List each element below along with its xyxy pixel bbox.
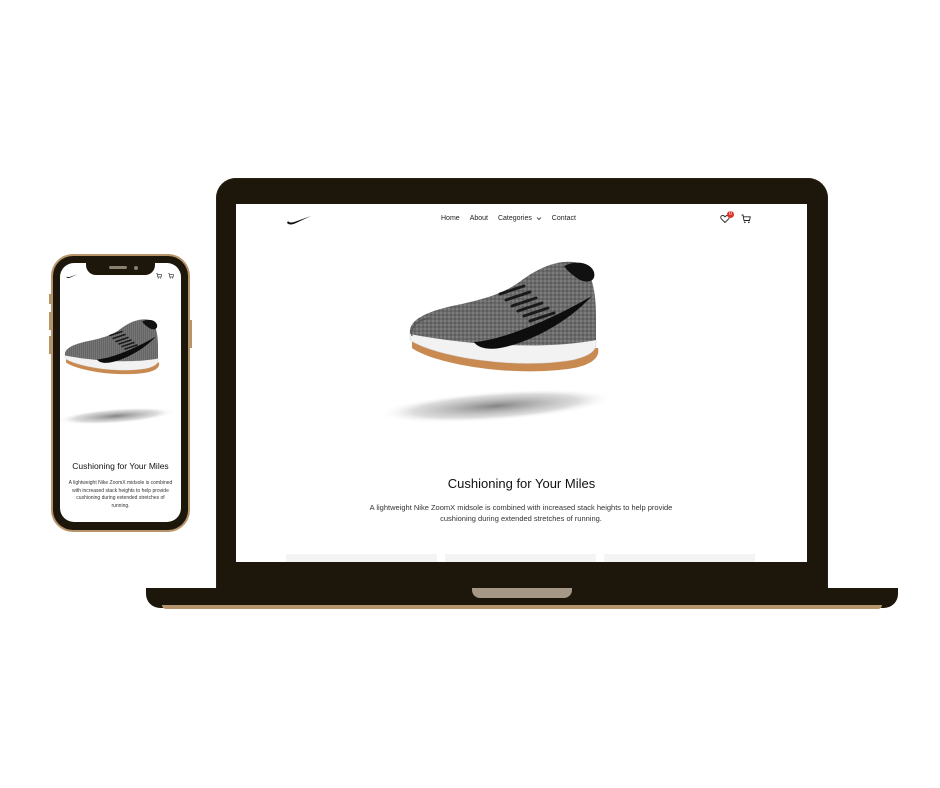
nav-contact[interactable]: Contact	[552, 215, 576, 222]
running-shoe-image	[409, 261, 599, 372]
mobile-hero-title: Cushioning for Your Miles	[72, 461, 169, 471]
phone-side-button	[49, 336, 52, 354]
laptop-mockup: Home About Categories Contact 0 Cushioni…	[216, 178, 828, 592]
desktop-screen: Home About Categories Contact 0 Cushioni…	[236, 204, 807, 562]
phone-side-button	[189, 320, 192, 348]
product-card[interactable]	[604, 554, 755, 562]
nav-home[interactable]: Home	[441, 215, 460, 222]
chevron-down-icon	[536, 216, 542, 220]
phone-notch	[86, 263, 155, 275]
nike-swoosh-icon[interactable]	[66, 273, 78, 279]
nav-categories-label: Categories	[497, 215, 532, 222]
nike-swoosh-icon[interactable]	[286, 214, 312, 226]
shoe-shadow	[60, 407, 175, 425]
laptop-trackpad-notch	[472, 588, 572, 598]
phone-side-button	[49, 312, 52, 330]
hero-title: Cushioning for Your Miles	[447, 476, 596, 491]
hero-description: A lightweight Nike ZoomX midsole is comb…	[369, 503, 673, 523]
wishlist-count-badge: 0	[727, 211, 734, 218]
nav-categories[interactable]: Categories	[498, 215, 542, 222]
product-card[interactable]	[445, 554, 596, 562]
mobile-hero-description: A lightweight Nike ZoomX midsole is comb…	[68, 480, 173, 509]
desktop-navbar: Home About Categories Contact 0	[236, 204, 807, 238]
cart-icon[interactable]	[156, 273, 162, 279]
product-card-row	[286, 554, 755, 562]
mobile-screen: Cushioning for Your Miles A lightweight …	[60, 263, 181, 522]
shoe-shadow	[378, 389, 614, 423]
laptop-base-rim	[162, 605, 882, 609]
cart-icon[interactable]	[741, 214, 751, 224]
product-card[interactable]	[286, 554, 437, 562]
phone-mockup: Cushioning for Your Miles A lightweight …	[49, 256, 192, 530]
nav-about[interactable]: About	[470, 215, 488, 222]
phone-speaker	[109, 266, 127, 269]
nav-links: Home About Categories Contact	[441, 215, 576, 222]
phone-side-button	[49, 294, 52, 304]
running-shoe-image	[64, 319, 160, 375]
cart-icon[interactable]	[168, 273, 174, 279]
phone-camera	[134, 266, 138, 270]
